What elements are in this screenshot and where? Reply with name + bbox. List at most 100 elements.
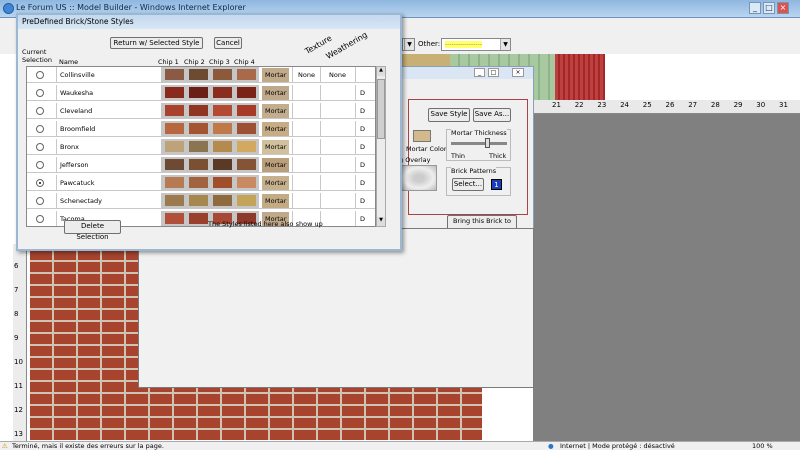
mortar-swatch[interactable]: Mortar [262,122,289,136]
weathering-cell[interactable] [320,139,354,155]
table-row[interactable]: Collinsville Mortar None None [27,67,375,83]
chip-swatch[interactable] [165,105,184,116]
mortar-swatch[interactable]: Mortar [262,158,289,172]
chip-swatch[interactable] [237,159,256,170]
scroll-thumb[interactable] [377,79,385,139]
chip-swatch[interactable] [165,123,184,134]
selection-radio[interactable] [36,215,44,223]
table-row[interactable]: Waukesha Mortar D [27,85,375,101]
texture-cell[interactable]: None [292,67,320,83]
weathering-cell[interactable] [320,103,354,119]
d-cell[interactable]: D [355,175,375,191]
mortar-swatch[interactable]: Mortar [262,68,289,82]
weathering-cell[interactable] [320,121,354,137]
table-row[interactable]: Schenectady Mortar D [27,193,375,209]
chip-swatch[interactable] [237,177,256,188]
texture-cell[interactable] [292,157,320,173]
texture-cell[interactable] [292,193,320,209]
table-row[interactable]: Bronx Mortar D [27,139,375,155]
table-row[interactable]: Jefferson Mortar D [27,157,375,173]
vertical-scrollbar[interactable]: ▲ ▼ [376,66,386,227]
cancel-button[interactable]: Cancel [214,37,242,49]
texture-cell[interactable] [292,85,320,101]
weathering-cell[interactable] [320,211,354,226]
selection-radio[interactable] [36,161,44,169]
chip-swatch[interactable] [237,195,256,206]
table-row[interactable]: Cleveland Mortar D [27,103,375,119]
d-cell[interactable]: D [355,85,375,101]
chip-swatch[interactable] [165,141,184,152]
chip-swatch[interactable] [213,159,232,170]
weathering-cell[interactable]: None [320,67,354,83]
thickness-slider-handle[interactable] [485,138,490,148]
close-icon[interactable]: × [512,68,524,77]
chip-swatch[interactable] [189,123,208,134]
chip-swatch[interactable] [165,177,184,188]
texture-cell[interactable] [292,139,320,155]
chip-swatch[interactable] [189,141,208,152]
d-cell[interactable]: D [355,211,375,226]
weathering-cell[interactable] [320,175,354,191]
chip-swatch[interactable] [237,87,256,98]
d-cell[interactable]: D [355,193,375,209]
mortar-swatch[interactable]: Mortar [262,176,289,190]
chip-swatch[interactable] [189,87,208,98]
chip-swatch[interactable] [237,123,256,134]
chip-swatch[interactable] [213,105,232,116]
chip-swatch[interactable] [213,69,232,80]
table-row[interactable]: Broomfield Mortar D [27,121,375,137]
zoom-level[interactable]: 100 % [752,442,773,450]
scroll-up-icon[interactable]: ▲ [377,67,385,76]
selection-radio[interactable] [36,125,44,133]
chip-swatch[interactable] [165,159,184,170]
chip-swatch[interactable] [237,69,256,80]
d-cell[interactable]: D [355,121,375,137]
overlay-preview[interactable] [401,165,437,191]
d-cell[interactable]: D [355,103,375,119]
selection-radio[interactable] [36,197,44,205]
mortar-swatch[interactable]: Mortar [262,104,289,118]
selection-radio[interactable] [36,71,44,79]
maximize-icon[interactable]: □ [488,68,499,77]
chip-swatch[interactable] [165,195,184,206]
save-as-button[interactable]: Save As... [473,108,511,122]
texture-cell[interactable] [292,175,320,191]
mortar-swatch[interactable]: Mortar [262,194,289,208]
texture-cell[interactable] [292,121,320,137]
minimize-icon[interactable]: _ [474,68,485,77]
chip-swatch[interactable] [213,195,232,206]
chip-swatch[interactable] [165,87,184,98]
selection-radio[interactable] [36,89,44,97]
chip-swatch[interactable] [213,87,232,98]
weathering-cell[interactable] [320,157,354,173]
chip-swatch[interactable] [165,213,184,224]
chip-swatch[interactable] [213,123,232,134]
mortar-color-swatch[interactable] [413,130,431,142]
weathering-cell[interactable] [320,85,354,101]
return-selected-style-button[interactable]: Return w/ Selected Style [110,37,203,49]
weathering-cell[interactable] [320,193,354,209]
chip-swatch[interactable] [237,105,256,116]
texture-cell[interactable] [292,103,320,119]
chip-swatch[interactable] [189,195,208,206]
left-dropdown[interactable]: ▼ [402,38,415,51]
maximize-icon[interactable]: □ [763,2,775,14]
selection-radio[interactable] [36,107,44,115]
selection-radio[interactable] [36,143,44,151]
chip-swatch[interactable] [213,177,232,188]
close-icon[interactable]: × [777,2,789,14]
chip-swatch[interactable] [189,213,208,224]
scroll-down-icon[interactable]: ▼ [377,217,385,226]
save-style-button[interactable]: Save Style [428,108,470,122]
chip-swatch[interactable] [213,141,232,152]
mortar-swatch[interactable]: Mortar [262,86,289,100]
other-dropdown[interactable]: ----------------- ▼ [441,38,511,51]
chip-swatch[interactable] [237,141,256,152]
d-cell[interactable]: D [355,157,375,173]
chip-swatch[interactable] [189,105,208,116]
d-cell[interactable] [355,67,375,83]
mortar-swatch[interactable]: Mortar [262,140,289,154]
chip-swatch[interactable] [165,69,184,80]
delete-selection-button[interactable]: Delete Selection [64,220,121,241]
thickness-slider-track[interactable] [451,142,507,145]
